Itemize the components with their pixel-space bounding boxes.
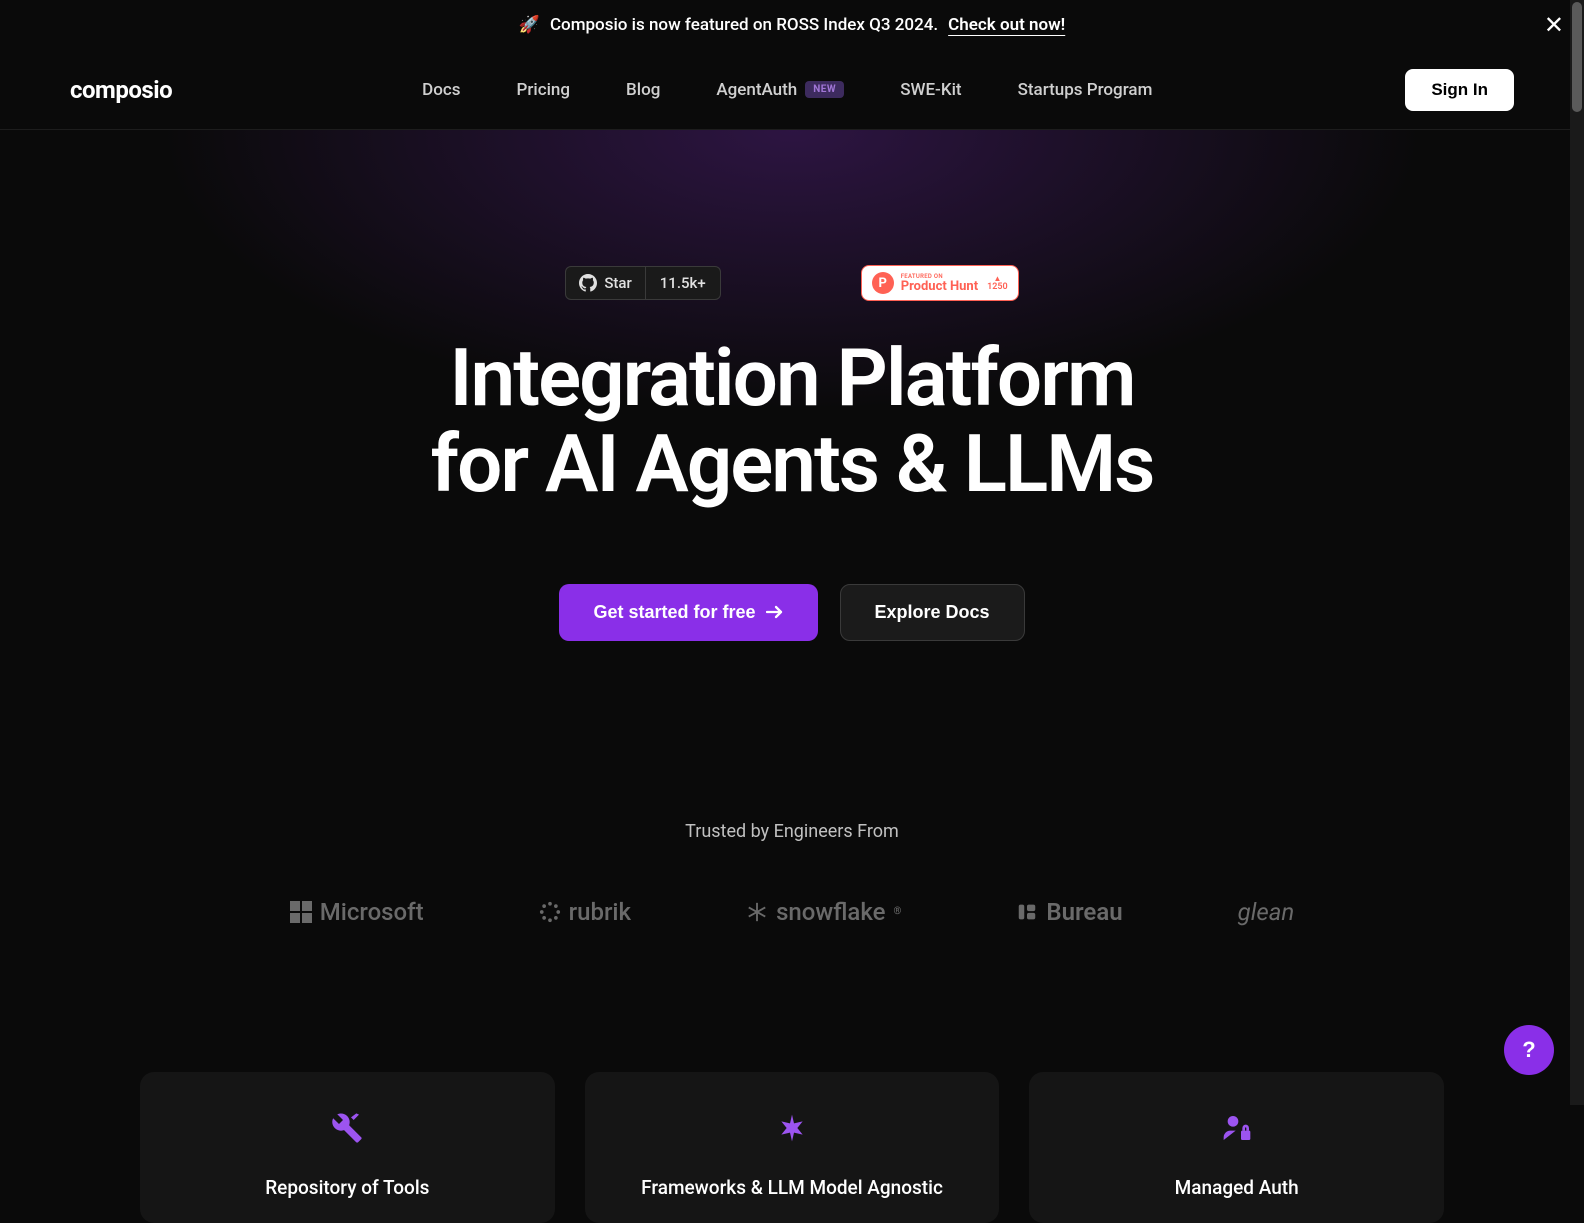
user-lock-icon <box>1059 1112 1414 1152</box>
scrollbar-track[interactable] <box>1570 0 1584 1105</box>
feature-title: Frameworks & LLM Model Agnostic <box>615 1176 970 1199</box>
asterisk-icon <box>615 1112 970 1152</box>
microsoft-icon <box>290 901 312 923</box>
company-logo-snowflake: snowflake ® <box>746 898 901 926</box>
sign-in-button[interactable]: Sign In <box>1405 69 1514 111</box>
product-hunt-upvotes: ▲ 1250 <box>987 275 1008 290</box>
nav-label: Pricing <box>517 80 571 100</box>
announcement-bar: 🚀 Composio is now featured on ROSS Index… <box>0 0 1584 50</box>
announcement-text: Composio is now featured on ROSS Index Q… <box>550 15 938 35</box>
company-logo-rubrik: rubrik <box>539 898 631 926</box>
explore-docs-button[interactable]: Explore Docs <box>840 584 1025 641</box>
nav-pricing[interactable]: Pricing <box>517 80 571 100</box>
badges-row: Star 11.5k+ P FEATURED ON Product Hunt ▲… <box>0 265 1584 301</box>
product-hunt-text: FEATURED ON Product Hunt <box>901 274 978 293</box>
get-started-button[interactable]: Get started for free <box>559 584 817 641</box>
get-started-label: Get started for free <box>593 602 755 623</box>
new-badge: NEW <box>805 81 844 98</box>
trusted-label: Trusted by Engineers From <box>0 821 1584 842</box>
snowflake-icon <box>746 901 768 923</box>
scrollbar-thumb[interactable] <box>1572 2 1582 112</box>
company-logo-microsoft: Microsoft <box>290 898 424 926</box>
company-name: Microsoft <box>320 898 424 926</box>
rocket-icon: 🚀 <box>519 15 540 35</box>
feature-card-agnostic: Frameworks & LLM Model Agnostic <box>585 1072 1000 1223</box>
help-button[interactable]: ? <box>1504 1025 1554 1075</box>
arrow-right-icon <box>766 605 784 619</box>
brand-logo[interactable]: composio <box>70 76 172 104</box>
github-star-badge[interactable]: Star 11.5k+ <box>565 266 720 300</box>
company-logo-glean: glean <box>1238 898 1295 926</box>
feature-title: Repository of Tools <box>170 1176 525 1199</box>
hero-cta-row: Get started for free Explore Docs <box>0 584 1584 641</box>
nav-agentauth[interactable]: AgentAuth NEW <box>716 80 844 100</box>
company-name: glean <box>1238 898 1295 926</box>
nav-label: AgentAuth <box>716 80 797 100</box>
nav-links: Docs Pricing Blog AgentAuth NEW SWE-Kit … <box>422 80 1152 100</box>
bureau-icon <box>1016 901 1038 923</box>
company-name: Bureau <box>1046 898 1122 926</box>
github-star-count: 11.5k+ <box>646 267 720 299</box>
close-icon: ✕ <box>1544 12 1564 39</box>
upvote-count: 1250 <box>987 283 1008 291</box>
nav-startups[interactable]: Startups Program <box>1018 80 1153 100</box>
navbar: composio Docs Pricing Blog AgentAuth NEW… <box>0 50 1584 130</box>
nav-label: Blog <box>626 80 660 100</box>
product-hunt-left: P FEATURED ON Product Hunt <box>872 272 978 294</box>
github-star-part: Star <box>566 267 645 299</box>
product-hunt-name: Product Hunt <box>901 280 978 293</box>
hero-section: Star 11.5k+ P FEATURED ON Product Hunt ▲… <box>0 130 1584 1223</box>
company-name: rubrik <box>569 898 631 926</box>
nav-swekit[interactable]: SWE-Kit <box>900 80 961 100</box>
tools-icon <box>170 1112 525 1152</box>
nav-label: Startups Program <box>1018 80 1153 100</box>
hero-title-line2: for AI Agents & LLMs <box>431 417 1154 511</box>
hero-title-line1: Integration Platform <box>450 331 1135 425</box>
company-name: snowflake <box>776 898 885 926</box>
hero-title: Integration Platform for AI Agents & LLM… <box>0 335 1584 508</box>
announcement-link[interactable]: Check out now! <box>948 15 1065 35</box>
github-icon <box>579 274 597 292</box>
feature-card-tools: Repository of Tools <box>140 1072 555 1223</box>
company-logos-row: Microsoft rubrik snowflake ® <box>0 898 1584 926</box>
close-announcement-button[interactable]: ✕ <box>1544 14 1564 38</box>
trademark-symbol: ® <box>894 906 902 917</box>
features-section: Repository of Tools Frameworks & LLM Mod… <box>0 1072 1584 1223</box>
company-logo-bureau: Bureau <box>1016 898 1122 926</box>
feature-title: Managed Auth <box>1059 1176 1414 1199</box>
rubrik-icon <box>539 901 561 923</box>
nav-docs[interactable]: Docs <box>422 80 460 100</box>
github-star-label: Star <box>604 274 631 292</box>
nav-blog[interactable]: Blog <box>626 80 660 100</box>
nav-label: SWE-Kit <box>900 80 961 100</box>
feature-card-auth: Managed Auth <box>1029 1072 1444 1223</box>
product-hunt-icon: P <box>872 272 894 294</box>
trusted-section: Trusted by Engineers From Microsoft rubr… <box>0 821 1584 926</box>
product-hunt-badge[interactable]: P FEATURED ON Product Hunt ▲ 1250 <box>861 265 1019 301</box>
nav-label: Docs <box>422 80 460 100</box>
